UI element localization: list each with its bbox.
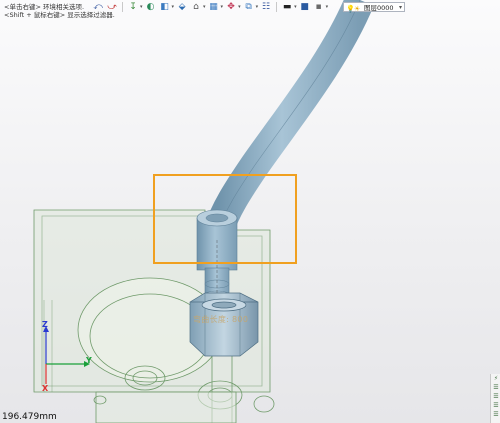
panel-tab[interactable]: ☰ — [491, 401, 500, 410]
side-panel-strip: ⚡ ☰ ☰ ☰ ☰ — [490, 374, 500, 423]
camera-icon[interactable]: ⌂ — [190, 1, 202, 13]
fill-color-icon[interactable]: ■ — [299, 1, 311, 13]
chevron-down-icon[interactable]: ▾ — [172, 4, 175, 10]
chevron-down-icon[interactable]: ▾ — [326, 4, 329, 10]
chevron-down-icon[interactable]: ▾ — [238, 4, 241, 10]
render-style-icon[interactable]: ◐ — [145, 1, 157, 13]
undo-icon[interactable]: ⤺ — [92, 1, 104, 13]
selection-rectangle — [153, 174, 297, 264]
toolbar-separator — [276, 2, 278, 12]
panel-tab[interactable]: ⚡ — [491, 374, 500, 383]
view-cube-icon[interactable]: ⬙ — [176, 1, 188, 13]
chevron-down-icon[interactable]: ▾ — [221, 4, 224, 10]
dimension-icon[interactable]: ↧ — [127, 1, 139, 13]
z-axis-label: Z — [42, 320, 48, 329]
y-axis-label: Y — [86, 356, 92, 365]
view-toolbar: ⤺ ⤻ ↧ ▾ ◐ ◧ ▾ ⬙ ⌂ ▾ ▦ ▾ ✥ ▾ ⧉ ▾ ☷ ▬ ▾ ■ ▪ ▾ — [92, 0, 328, 14]
chevron-down-icon[interactable]: ▾ — [140, 4, 143, 10]
layer-name: 图层0000 — [364, 4, 394, 12]
layer-dropdown[interactable]: 💡 ☀ 图层0000 ▾ — [343, 2, 405, 13]
panel-tab[interactable]: ☰ — [491, 410, 500, 419]
chevron-down-icon: ▾ — [398, 4, 402, 11]
clip-icon[interactable]: ⧉ — [243, 1, 255, 13]
box-icon[interactable]: ◧ — [159, 1, 171, 13]
chevron-down-icon[interactable]: ▾ — [256, 4, 259, 10]
axes-icon[interactable]: ✥ — [225, 1, 237, 13]
grid-icon[interactable]: ▦ — [208, 1, 220, 13]
bend-length-annotation: 弯曲长度: 800 — [193, 315, 249, 324]
chevron-down-icon[interactable]: ▾ — [294, 4, 297, 10]
measurement-readout: 196.479mm — [2, 412, 57, 422]
panel-tab[interactable]: ☰ — [491, 383, 500, 392]
list-icon[interactable]: ☷ — [260, 1, 272, 13]
line-style-icon[interactable]: ▬ — [281, 1, 293, 13]
chevron-down-icon[interactable]: ▾ — [203, 4, 206, 10]
hint-right-click: <单击右键> 环境相关选项. — [4, 3, 85, 11]
toolbar-separator — [122, 2, 123, 12]
x-axis-label: X — [42, 384, 49, 393]
3d-viewport[interactable]: <单击右键> 环境相关选项. <Shift + 鼠标右键> 显示选择过滤器. ⤺… — [0, 0, 500, 423]
sun-icon: ☀ — [354, 5, 361, 13]
redo-icon[interactable]: ⤻ — [106, 1, 118, 13]
color-icon[interactable]: ▪ — [313, 1, 325, 13]
panel-tab[interactable]: ☰ — [491, 392, 500, 401]
